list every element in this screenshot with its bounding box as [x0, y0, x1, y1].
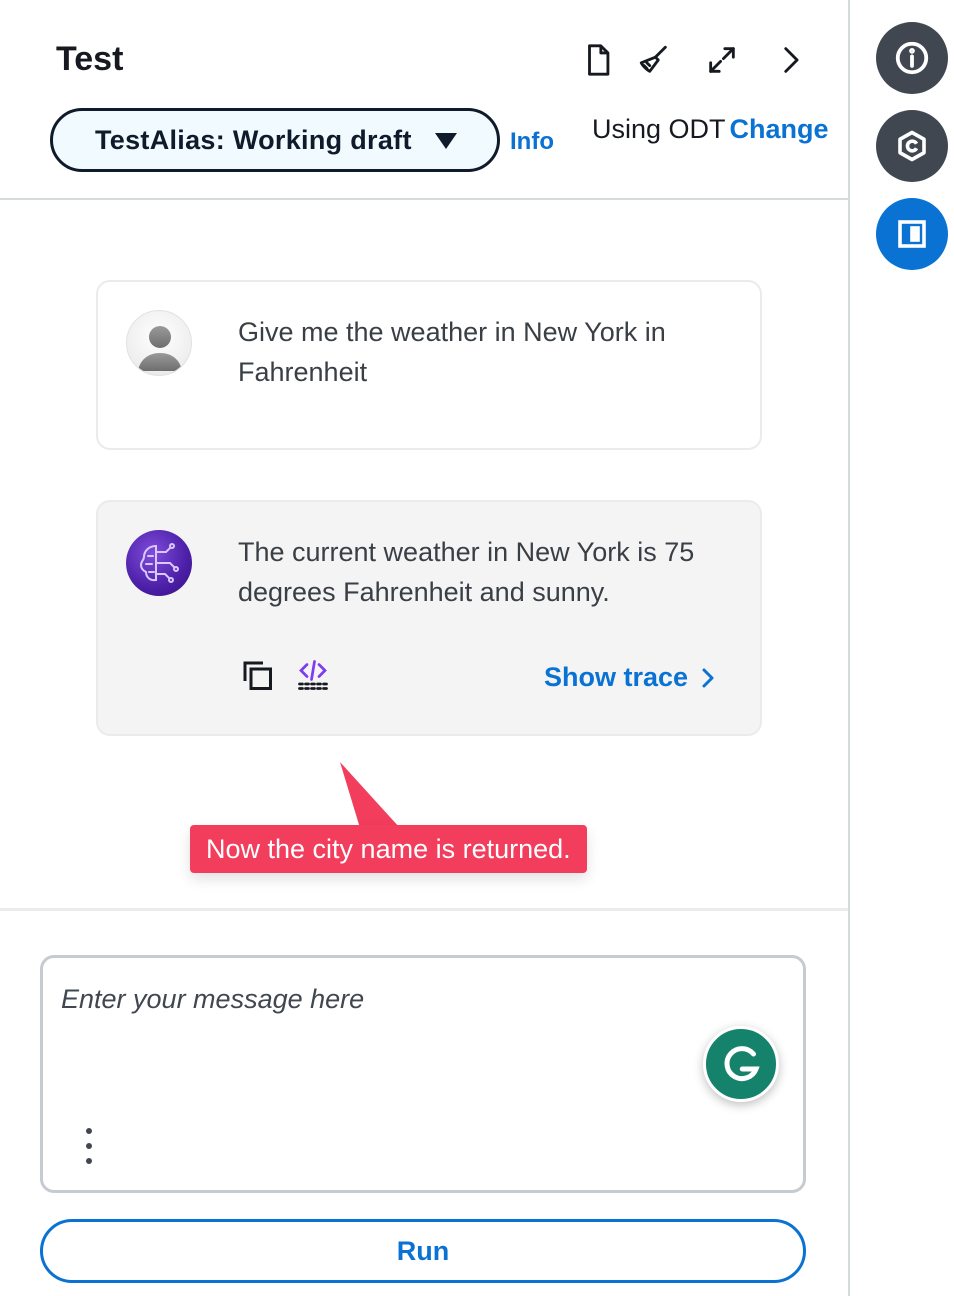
alias-select-value: TestAlias: Working draft — [95, 124, 412, 155]
info-icon[interactable] — [876, 22, 948, 94]
test-panel: Test TestAlias: Working draft Info Using… — [0, 0, 850, 1296]
assistant-message-text: The current weather in New York is 75 de… — [238, 537, 695, 607]
broom-icon[interactable] — [634, 40, 674, 80]
agent-brain-avatar — [126, 530, 192, 596]
odt-label: Using ODT — [592, 114, 726, 144]
annotation-text: Now the city name is returned. — [190, 825, 587, 873]
assistant-message: The current weather in New York is 75 de… — [96, 500, 762, 736]
chat-area: Give me the weather in New York in Fahre… — [0, 202, 848, 908]
grammarly-icon[interactable] — [703, 1026, 779, 1102]
input-area: Enter your message here Run — [0, 908, 848, 1296]
expand-icon[interactable] — [702, 40, 742, 80]
more-options-icon[interactable] — [79, 1128, 99, 1164]
show-trace-link[interactable]: Show trace — [544, 662, 720, 693]
user-message: Give me the weather in New York in Fahre… — [96, 280, 762, 450]
user-avatar — [126, 310, 192, 376]
message-input[interactable]: Enter your message here — [40, 955, 806, 1193]
show-trace-label: Show trace — [543, 662, 688, 692]
chevron-right-icon[interactable] — [770, 40, 810, 80]
alias-select[interactable]: TestAlias: Working draft — [50, 108, 500, 172]
panel-header: Test TestAlias: Working draft Info Using… — [0, 0, 848, 200]
user-message-text: Give me the weather in New York in Fahre… — [238, 317, 666, 387]
odt-status: Using ODT Change — [592, 114, 829, 145]
copy-icon[interactable] — [238, 656, 276, 694]
code-icon[interactable] — [294, 656, 332, 694]
message-input-placeholder: Enter your message here — [61, 984, 365, 1014]
caret-down-icon — [435, 133, 457, 149]
chevron-right-icon — [702, 668, 714, 687]
callout-pointer — [340, 762, 400, 828]
panel-icon[interactable] — [876, 198, 948, 270]
hexagon-icon[interactable] — [876, 110, 948, 182]
panel-title: Test — [56, 40, 124, 78]
message-actions — [238, 656, 332, 700]
info-link[interactable]: Info — [510, 128, 554, 156]
document-icon[interactable] — [578, 40, 618, 80]
change-link[interactable]: Change — [730, 114, 829, 144]
run-button[interactable]: Run — [40, 1219, 806, 1283]
